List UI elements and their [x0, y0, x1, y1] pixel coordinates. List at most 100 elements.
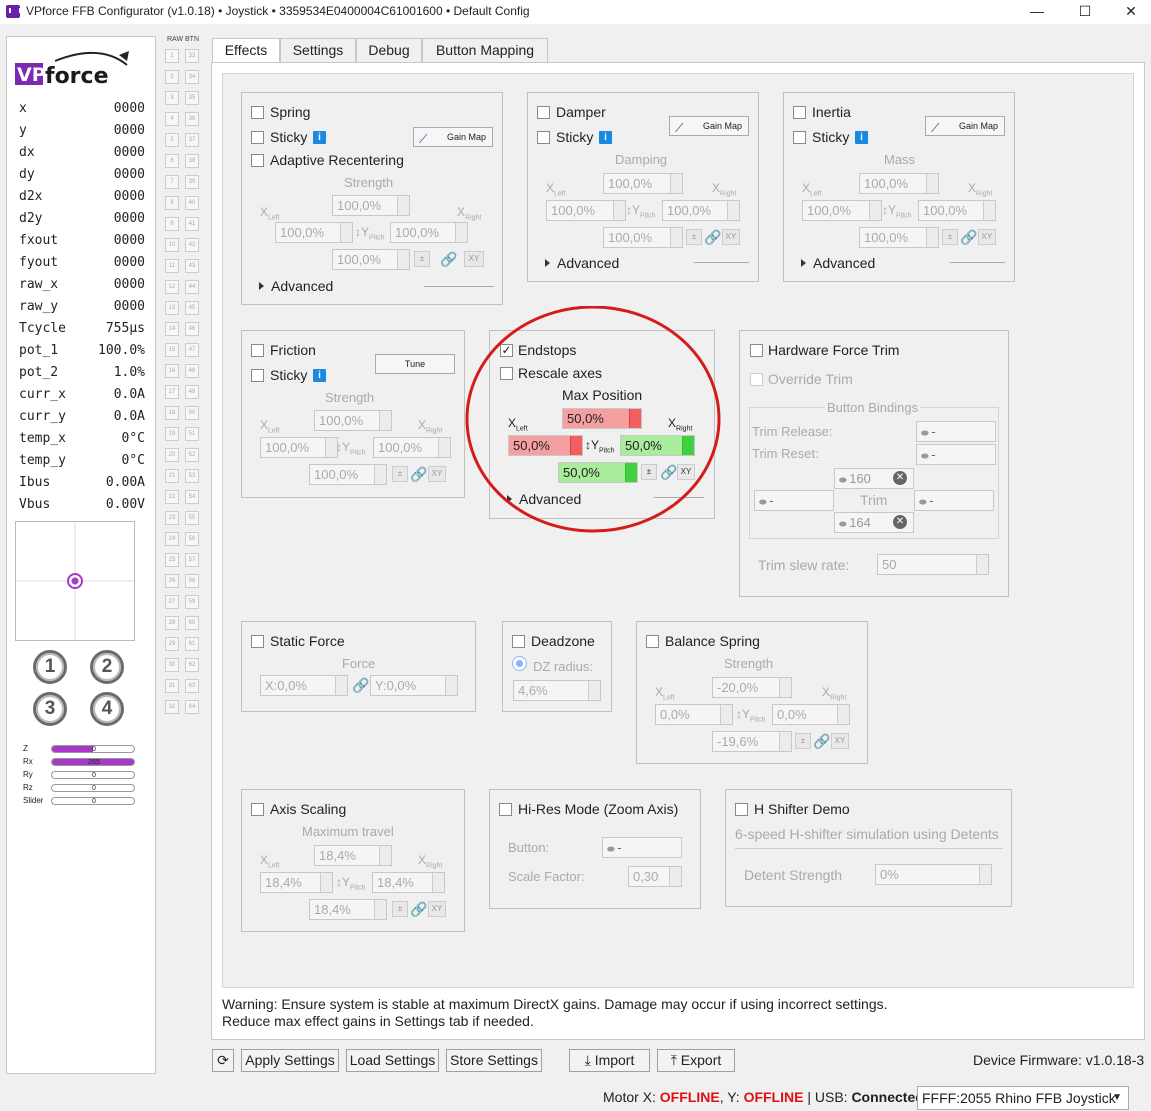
damper-sticky-info-icon[interactable]: i — [599, 131, 612, 144]
damper-sign-button[interactable]: ± — [686, 229, 702, 245]
detent-strength-spin[interactable]: 0% — [875, 864, 992, 885]
spring-advanced[interactable]: Advanced — [271, 278, 333, 294]
adaptive-recentering-checkbox[interactable] — [251, 154, 264, 167]
spring-sticky-info-icon[interactable]: i — [313, 131, 326, 144]
import-button[interactable]: ⤓ Import — [569, 1049, 650, 1072]
hires-checkbox[interactable] — [499, 803, 512, 816]
balance-right-spin[interactable]: 0,0% — [772, 704, 850, 725]
spring-sticky-checkbox[interactable] — [251, 131, 264, 144]
inertia-top-spin[interactable]: 100,0% — [859, 173, 939, 194]
inertia-checkbox[interactable] — [793, 106, 806, 119]
inertia-sticky-info-icon[interactable]: i — [855, 131, 868, 144]
spring-xy-button[interactable]: XY — [464, 251, 484, 267]
trim-down-binding[interactable]: ⬬ 164 ✕ — [834, 512, 914, 533]
damper-bottom-spin[interactable]: 100,0% — [603, 227, 683, 248]
inertia-xy-button[interactable]: XY — [978, 229, 996, 245]
balance-top-spin[interactable]: -20,0% — [712, 677, 792, 698]
balance-bottom-spin[interactable]: -19,6% — [712, 731, 792, 752]
inertia-left-spin[interactable]: 100,0% — [802, 200, 882, 221]
dz-radius-radio[interactable] — [512, 656, 527, 671]
damper-top-spin[interactable]: 100,0% — [603, 173, 683, 194]
damper-sticky-checkbox[interactable] — [537, 131, 550, 144]
link-icon[interactable]: 🔗 — [440, 251, 457, 268]
damper-right-spin[interactable]: 100,0% — [662, 200, 740, 221]
spring-left-spin[interactable]: 100,0% — [275, 222, 353, 243]
link-icon[interactable]: 🔗 — [813, 733, 830, 750]
tab-debug[interactable]: Debug — [356, 38, 422, 63]
override-trim-checkbox[interactable] — [750, 373, 763, 386]
inertia-sign-button[interactable]: ± — [942, 229, 958, 245]
dz-radius-spin[interactable]: 4,6% — [513, 680, 601, 701]
spring-checkbox[interactable] — [251, 106, 264, 119]
friction-checkbox[interactable] — [251, 344, 264, 357]
refresh-button[interactable]: ⟳ — [212, 1049, 234, 1072]
trim-reset-binding[interactable]: ⬬ - — [916, 444, 996, 465]
friction-right-spin[interactable]: 100,0% — [373, 437, 451, 458]
clear-icon[interactable]: ✕ — [893, 515, 907, 529]
friction-sticky-checkbox[interactable] — [251, 369, 264, 382]
link-icon[interactable]: 🔗 — [352, 677, 369, 694]
friction-sticky-info-icon[interactable]: i — [313, 369, 326, 382]
damper-checkbox[interactable] — [537, 106, 550, 119]
inertia-sticky-checkbox[interactable] — [793, 131, 806, 144]
axis-scaling-bottom-spin[interactable]: 18,4% — [309, 899, 387, 920]
link-icon[interactable]: 🔗 — [704, 229, 721, 246]
minimize-button[interactable]: — — [1014, 0, 1060, 24]
close-button[interactable]: ✕ — [1108, 0, 1151, 24]
tab-effects[interactable]: Effects — [212, 38, 280, 64]
static-force-y-spin[interactable]: Y:0,0% — [370, 675, 458, 696]
friction-xy-button[interactable]: XY — [428, 466, 446, 482]
expand-arrow-icon[interactable] — [545, 259, 550, 267]
spring-top-spin[interactable]: 100,0% — [332, 195, 410, 216]
damper-left-spin[interactable]: 100,0% — [546, 200, 626, 221]
trim-left-binding[interactable]: ⬬ - — [754, 490, 834, 511]
maximize-button[interactable]: ☐ — [1062, 0, 1108, 24]
inertia-advanced[interactable]: Advanced — [813, 255, 875, 271]
friction-bottom-spin[interactable]: 100,0% — [309, 464, 387, 485]
store-settings-button[interactable]: Store Settings — [446, 1049, 542, 1072]
balance-left-spin[interactable]: 0,0% — [655, 704, 733, 725]
device-select[interactable]: FFFF:2055 Rhino FFB Joystick ▼ — [917, 1086, 1129, 1110]
tab-settings[interactable]: Settings — [280, 38, 356, 63]
deadzone-checkbox[interactable] — [512, 635, 525, 648]
expand-arrow-icon[interactable] — [259, 282, 264, 290]
damper-gain-map-button[interactable]: ⟋ Gain Map — [669, 116, 749, 136]
axis-scaling-right-spin[interactable]: 18,4% — [372, 872, 445, 893]
tab-button-mapping[interactable]: Button Mapping — [422, 38, 548, 63]
static-force-checkbox[interactable] — [251, 635, 264, 648]
link-icon[interactable]: 🔗 — [410, 466, 427, 483]
spring-bottom-spin[interactable]: 100,0% — [332, 249, 410, 270]
hardware-trim-checkbox[interactable] — [750, 344, 763, 357]
trim-release-binding[interactable]: ⬬ - — [916, 421, 996, 442]
spring-gain-map-button[interactable]: ⟋ Gain Map — [413, 127, 493, 147]
trim-up-binding[interactable]: ⬬ 160 ✕ — [834, 468, 914, 489]
friction-left-spin[interactable]: 100,0% — [260, 437, 338, 458]
axis-scaling-top-spin[interactable]: 18,4% — [314, 845, 392, 866]
trim-slew-spin[interactable]: 50 — [877, 554, 989, 575]
spring-sign-button[interactable]: ± — [414, 251, 430, 267]
spring-right-spin[interactable]: 100,0% — [390, 222, 468, 243]
axis-scaling-checkbox[interactable] — [251, 803, 264, 816]
inertia-bottom-spin[interactable]: 100,0% — [859, 227, 939, 248]
static-force-x-spin[interactable]: X:0,0% — [260, 675, 348, 696]
inertia-gain-map-button[interactable]: ⟋ Gain Map — [925, 116, 1005, 136]
friction-sign-button[interactable]: ± — [392, 466, 408, 482]
balance-xy-button[interactable]: XY — [831, 733, 849, 749]
export-button[interactable]: ⤒ Export — [657, 1049, 735, 1072]
load-settings-button[interactable]: Load Settings — [346, 1049, 439, 1072]
inertia-right-spin[interactable]: 100,0% — [918, 200, 996, 221]
hires-button-binding[interactable]: ⬬ - — [602, 837, 682, 858]
damper-xy-button[interactable]: XY — [722, 229, 740, 245]
trim-right-binding[interactable]: ⬬ - — [914, 490, 994, 511]
friction-top-spin[interactable]: 100,0% — [314, 410, 392, 431]
friction-tune-button[interactable]: Tune — [375, 354, 455, 374]
expand-arrow-icon[interactable] — [801, 259, 806, 267]
axis-scaling-xy-button[interactable]: XY — [428, 901, 446, 917]
axis-scaling-left-spin[interactable]: 18,4% — [260, 872, 333, 893]
link-icon[interactable]: 🔗 — [960, 229, 977, 246]
hshifter-checkbox[interactable] — [735, 803, 748, 816]
scale-factor-spin[interactable]: 0,30 — [628, 866, 682, 887]
balance-spring-checkbox[interactable] — [646, 635, 659, 648]
apply-settings-button[interactable]: Apply Settings — [241, 1049, 339, 1072]
axis-scaling-sign-button[interactable]: ± — [392, 901, 408, 917]
